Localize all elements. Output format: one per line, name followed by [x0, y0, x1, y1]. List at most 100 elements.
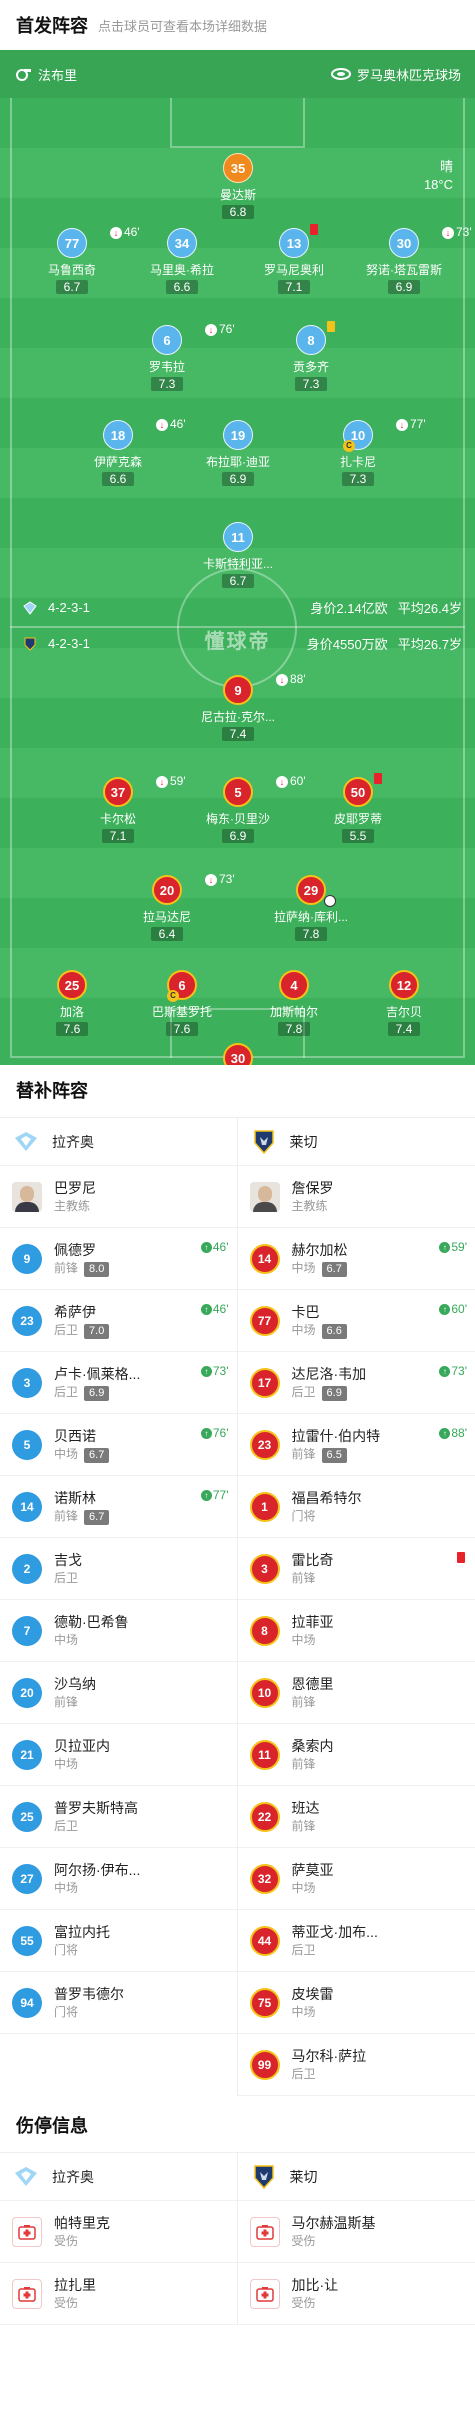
- away-sub-row[interactable]: 10 恩德里 前锋: [237, 1662, 475, 1724]
- away-sub-row[interactable]: 77 卡巴 中场 6.6 ↑ 60': [237, 1290, 475, 1352]
- away-player[interactable]: 5 ↓ 60' 梅东·贝里沙 6.9: [178, 774, 306, 845]
- home-sub-row[interactable]: 2 吉戈 后卫: [0, 1538, 237, 1600]
- home-team-header[interactable]: 拉齐奥: [0, 1118, 237, 1166]
- home-sub-row[interactable]: 5 贝西诺 中场 6.7 ↑ 76': [0, 1414, 237, 1476]
- player-number: 9: [223, 675, 253, 705]
- player-number: 35: [223, 153, 253, 183]
- away-sub-row[interactable]: 99 马尔科·萨拉 后卫: [237, 2034, 475, 2096]
- player-position: 后卫: [54, 1322, 79, 1337]
- home-sub-row[interactable]: 9 佩德罗 前锋 8.0 ↑ 46': [0, 1228, 237, 1290]
- home-player[interactable]: 18 ↓ 46' 伊萨克森 6.6: [58, 417, 186, 488]
- away-player[interactable]: 37 ↓ 59' 卡尔松 7.1: [58, 774, 186, 845]
- away-sub-row[interactable]: 75 皮埃雷 中场: [237, 1972, 475, 2034]
- away-sub-row[interactable]: 32 萨莫亚 中场: [237, 1848, 475, 1910]
- player-number: 94: [12, 1987, 42, 2018]
- home-sub-row[interactable]: 27 阿尔扬·伊布... 中场: [0, 1848, 237, 1910]
- player-rating: 6.8: [222, 205, 254, 219]
- away-sub-row[interactable]: 14 赫尔加松 中场 6.7 ↑ 59': [237, 1228, 475, 1290]
- home-sub-row[interactable]: 25 普罗夫斯特高 后卫: [0, 1786, 237, 1848]
- player-number: 21: [12, 1739, 42, 1770]
- player-position: 后卫: [291, 1942, 316, 1957]
- away-coach-row[interactable]: 詹保罗 主教练: [237, 1166, 475, 1228]
- away-sub-row[interactable]: 1 福昌希特尔 门将: [237, 1476, 475, 1538]
- player-name: 罗马尼奥利: [263, 263, 324, 277]
- subs-grid: 拉齐奥 巴罗尼 主教练 9 佩德罗 前锋 8.0 ↑ 46' 23 希萨伊 后卫 7.0 ↑ 46' 3 卢…: [0, 1117, 475, 2096]
- away-team-name: 莱切: [289, 2168, 318, 2185]
- away-player[interactable]: 20 ↓ 73' 拉马达尼 6.4: [107, 872, 235, 943]
- home-injury-row[interactable]: 帕特里克 受伤: [0, 2201, 237, 2263]
- sub-minute: 60': [451, 1302, 467, 1316]
- home-sub-row[interactable]: 20 沙乌纳 前锋: [0, 1662, 237, 1724]
- home-sub-row[interactable]: 3 卢卡·佩莱格... 后卫 6.9 ↑ 73': [0, 1352, 237, 1414]
- coach-role: 主教练: [291, 1198, 328, 1213]
- away-sub-row[interactable]: 22 班达 前锋: [237, 1786, 475, 1848]
- away-player[interactable]: 9 ↓ 88' 尼古拉·克尔... 7.4: [178, 672, 306, 743]
- home-sub-row[interactable]: 23 希萨伊 后卫 7.0 ↑ 46': [0, 1290, 237, 1352]
- away-player[interactable]: 29 拉萨纳·库利... 7.8: [251, 875, 371, 943]
- player-name: 伊萨克森: [93, 455, 142, 469]
- lineup-header: 首发阵容 点击球员可查看本场详细数据: [0, 0, 475, 50]
- away-player[interactable]: 4 加斯帕尔 7.8: [234, 970, 354, 1038]
- sub-minute: 76': [212, 1426, 229, 1440]
- sub-arrow-icon: ↓: [110, 226, 122, 239]
- away-team-header[interactable]: 莱切: [237, 1118, 475, 1166]
- sub-off-marker: ↓ 76': [205, 322, 235, 336]
- player-position: 门将: [291, 1508, 316, 1523]
- player-name: 诺斯林: [54, 1489, 96, 1506]
- player-position: 前锋: [291, 1446, 316, 1461]
- home-player[interactable]: 77 ↓ 46' 马鲁西奇 6.7: [12, 225, 140, 296]
- away-player[interactable]: 50 皮耶罗蒂 5.5: [298, 773, 418, 845]
- player-position: 前锋: [54, 1508, 79, 1523]
- home-sub-row[interactable]: 55 富拉内托 门将: [0, 1910, 237, 1972]
- home-player[interactable]: 10 ↓ 77' C 扎卡尼 7.3: [298, 417, 426, 488]
- home-sub-row[interactable]: 7 德勒·巴希鲁 中场: [0, 1600, 237, 1662]
- away-sub-row[interactable]: 23 拉雷什·伯内特 前锋 6.5 ↑ 88': [237, 1414, 475, 1476]
- away-player[interactable]: 30法尔科内9.1: [178, 1043, 298, 1065]
- away-injury-row[interactable]: 加比·让 受伤: [237, 2263, 475, 2325]
- home-player[interactable]: 8 贡多齐 7.3: [251, 321, 371, 393]
- eagle-crest-icon: [15, 2166, 37, 2186]
- home-player[interactable]: 6 ↓ 76' 罗韦拉 7.3: [107, 322, 235, 393]
- away-injury-row[interactable]: 马尔赫温斯基 受伤: [237, 2201, 475, 2263]
- home-sub-row[interactable]: 94 普罗韦德尔 门将: [0, 1972, 237, 2034]
- subs-section-title: 替补阵容: [16, 1081, 88, 1101]
- player-position: 门将: [54, 1942, 79, 1957]
- sub-on-marker: ↑ 73': [439, 1364, 467, 1378]
- home-player[interactable]: 19 布拉耶·迪亚 6.9: [178, 420, 298, 488]
- player-position: 前锋: [291, 1694, 316, 1709]
- home-player[interactable]: 11 卡斯特利亚... 6.7: [178, 522, 298, 590]
- sub-on-marker: ↑ 59': [439, 1240, 467, 1254]
- home-sub-row[interactable]: 14 诺斯林 前锋 6.7 ↑ 77': [0, 1476, 237, 1538]
- away-team-header[interactable]: 莱切: [237, 2153, 475, 2201]
- home-player[interactable]: 35 曼达斯 6.8: [178, 153, 298, 221]
- away-player[interactable]: 12 吉尔贝 7.4: [344, 970, 464, 1038]
- stadium-icon: [330, 68, 351, 80]
- coach-role: 主教练: [54, 1198, 91, 1213]
- player-name: 吉戈: [54, 1551, 82, 1568]
- player-number: 9: [12, 1243, 42, 1274]
- home-team-label: 法布里: [38, 67, 78, 83]
- home-player[interactable]: 13 罗马尼奥利 7.1: [234, 224, 354, 296]
- away-sub-row[interactable]: 17 达尼洛·韦加 后卫 6.9 ↑ 73': [237, 1352, 475, 1414]
- player-name: 拉马达尼: [142, 910, 191, 924]
- away-player[interactable]: 6 C 巴斯基罗托 7.6: [122, 970, 242, 1038]
- away-sub-row[interactable]: 11 桑索内 前锋: [237, 1724, 475, 1786]
- home-team-header[interactable]: 拉齐奥: [0, 2153, 237, 2201]
- sub-in-arrow-icon: ↑: [200, 1428, 212, 1440]
- player-name: 赫尔加松: [291, 1241, 348, 1258]
- home-player[interactable]: 34 马里奥·希拉 6.6: [122, 228, 242, 296]
- page-subtitle: 点击球员可查看本场详细数据: [98, 18, 268, 34]
- away-player[interactable]: 25 加洛 7.6: [12, 970, 132, 1038]
- home-player[interactable]: 30 ↓ 73' 努诺·塔瓦雷斯 6.9: [344, 225, 472, 296]
- away-sub-row[interactable]: 44 蒂亚戈·加布... 后卫: [237, 1910, 475, 1972]
- player-name: 拉菲亚: [291, 1613, 334, 1630]
- away-sub-row[interactable]: 3 雷比奇 前锋: [237, 1538, 475, 1600]
- sub-minute: 73': [456, 225, 472, 239]
- away-sub-row[interactable]: 8 拉菲亚 中场: [237, 1600, 475, 1662]
- home-sub-row[interactable]: 21 贝拉亚内 中场: [0, 1724, 237, 1786]
- player-name: 马尔科·萨拉: [291, 2047, 367, 2064]
- player-rating: 7.1: [102, 829, 134, 843]
- sub-on-marker: ↑ 46': [200, 1302, 229, 1316]
- home-injury-row[interactable]: 拉扎里 受伤: [0, 2263, 237, 2325]
- home-coach-row[interactable]: 巴罗尼 主教练: [0, 1166, 237, 1228]
